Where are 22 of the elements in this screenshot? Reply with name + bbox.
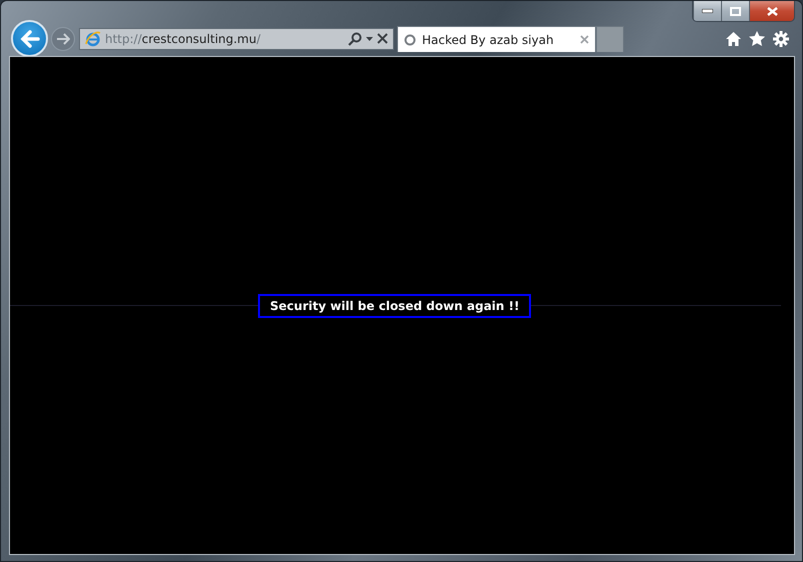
url-text: http://crestconsulting.mu/ — [105, 32, 262, 46]
maximize-button[interactable] — [721, 1, 749, 21]
minimize-button[interactable] — [693, 1, 721, 21]
forward-arrow-icon — [56, 32, 70, 44]
address-field[interactable]: http://crestconsulting.mu/ — [79, 28, 394, 50]
browser-tab[interactable]: Hacked By azab siyah — [397, 26, 596, 52]
browser-logo-icon — [85, 30, 101, 46]
dropdown-caret-icon[interactable] — [366, 36, 373, 40]
maximize-icon — [730, 6, 741, 16]
minimize-icon — [702, 9, 713, 13]
close-icon — [766, 6, 778, 16]
back-button[interactable] — [11, 20, 48, 57]
settings-icon[interactable] — [773, 30, 789, 46]
star-icon[interactable] — [749, 31, 765, 46]
close-button[interactable] — [749, 1, 794, 21]
forward-button[interactable] — [51, 26, 75, 50]
home-icon[interactable] — [726, 32, 741, 46]
back-arrow-icon — [20, 30, 40, 48]
stop-icon[interactable] — [377, 33, 388, 44]
search-icon[interactable] — [348, 32, 362, 46]
loading-spinner-icon — [404, 34, 416, 46]
message-text: Security will be closed down again !! — [258, 294, 532, 318]
